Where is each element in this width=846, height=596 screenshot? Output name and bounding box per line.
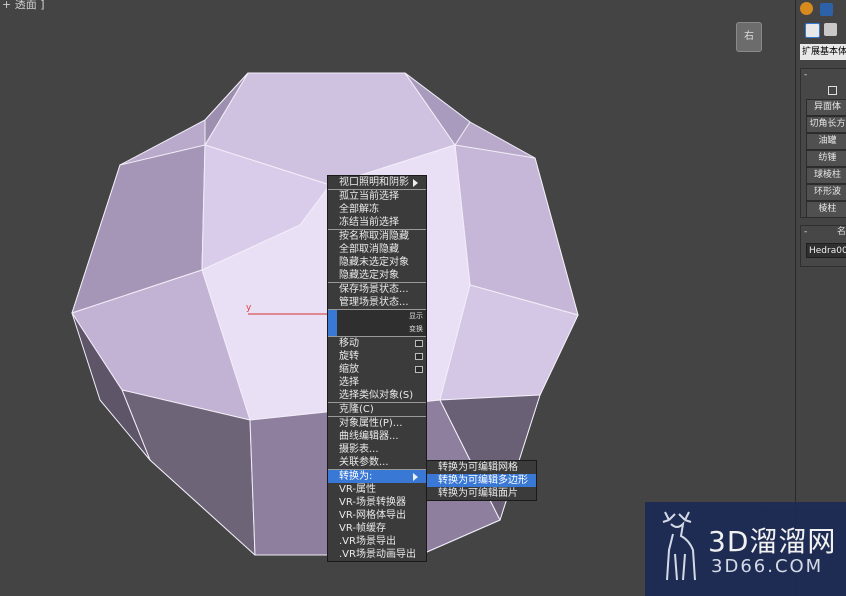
menu-item-label: 克隆(C) <box>339 404 374 415</box>
menu-item-label: 关联参数... <box>339 457 389 468</box>
geometry-tab-icon[interactable] <box>805 23 820 38</box>
menu-item-label: VR-属性 <box>339 484 376 495</box>
object-type-button[interactable]: 异面体 <box>806 99 846 116</box>
menu-item[interactable]: 显示 <box>328 309 426 323</box>
menu-item[interactable]: 保存场景状态... <box>328 282 426 296</box>
menu-item[interactable]: 隐藏未选定对象 <box>328 256 426 269</box>
quad-header-label: 显示 <box>409 312 423 320</box>
menu-item-label: 隐藏选定对象 <box>339 270 399 281</box>
object-type-button[interactable]: 环形波 <box>806 184 846 201</box>
quad-menu: 视口照明和阴影 孤立当前选择 全部解冻冻结当前选择 按名称取消隐藏 全部取消隐藏 隐藏未选… <box>327 175 427 562</box>
menu-item[interactable]: 视口照明和阴影 <box>328 176 426 189</box>
menu-item[interactable]: VR-网格体导出 <box>328 509 426 522</box>
menu-item[interactable]: 隐藏选定对象 <box>328 269 426 282</box>
menu-item[interactable]: 曲线编辑器... <box>328 430 426 443</box>
object-type-button[interactable]: 棱柱 <box>806 201 846 218</box>
quad-menu-items: 视口照明和阴影 孤立当前选择 全部解冻冻结当前选择 按名称取消隐藏 全部取消隐藏 隐藏未选… <box>328 176 426 561</box>
quad-header-label: 变换 <box>409 325 423 333</box>
menu-item-label: 选择 <box>339 377 359 388</box>
menu-item-label: 隐藏未选定对象 <box>339 257 409 268</box>
submenu-item-label: 转换为可编辑网格 <box>438 462 518 473</box>
menu-item[interactable]: 按名称取消隐藏 <box>328 229 426 243</box>
menu-item[interactable]: 对象属性(P)... <box>328 416 426 430</box>
menu-item-label: VR-帧缓存 <box>339 523 386 534</box>
menu-item-label: 管理场景状态... <box>339 297 409 308</box>
axis-label: y <box>246 303 252 313</box>
quad-header-marker <box>328 310 337 323</box>
menu-item-label: 选择类似对象(S) <box>339 390 414 401</box>
menu-item-label: 按名称取消隐藏 <box>339 231 409 242</box>
menu-item[interactable]: 选择 <box>328 376 426 389</box>
submenu-item-label: 转换为可编辑多边形 <box>438 475 528 486</box>
submenu-arrow-icon <box>413 179 418 187</box>
menu-item-label: 孤立当前选择 <box>339 191 399 202</box>
watermark-3d66: 3D溜溜网 3D66.COM <box>645 502 846 596</box>
menu-item[interactable]: 缩放 <box>328 363 426 376</box>
menu-item-label: VR-场景转换器 <box>339 497 406 508</box>
sun-icon[interactable] <box>800 2 813 15</box>
menu-item[interactable]: 全部取消隐藏 <box>328 243 426 256</box>
menu-item-label: 移动 <box>339 338 359 349</box>
menu-item[interactable]: 变换 <box>328 323 426 336</box>
watermark-brand: 3D溜溜网 <box>708 525 837 558</box>
menu-item[interactable]: VR-属性 <box>328 483 426 496</box>
submenu-item[interactable]: 转换为可编辑面片 <box>427 487 536 500</box>
settings-box-icon[interactable] <box>415 340 423 347</box>
menu-item[interactable]: 转换为: <box>328 469 426 483</box>
menu-item-label: 视口照明和阴影 <box>339 177 409 188</box>
menu-item[interactable]: .VR场景导出 <box>328 535 426 548</box>
menu-item[interactable]: 移动 <box>328 336 426 350</box>
object-type-button[interactable]: 纺锤 <box>806 150 846 167</box>
deer-logo-icon <box>662 511 696 581</box>
settings-box-icon[interactable] <box>415 366 423 373</box>
rollout-title: 名 <box>836 227 846 237</box>
menu-item-label: 曲线编辑器... <box>339 431 399 442</box>
convert-submenu: 转换为可编辑网格 转换为可编辑多边形 转换为可编辑面片 <box>426 460 537 501</box>
menu-item[interactable]: 全部解冻 <box>328 203 426 216</box>
menu-item[interactable]: 孤立当前选择 <box>328 189 426 203</box>
menu-item-label: 全部解冻 <box>339 204 379 215</box>
menu-item-label: 全部取消隐藏 <box>339 244 399 255</box>
menu-item[interactable]: 旋转 <box>328 350 426 363</box>
menu-item[interactable]: 关联参数... <box>328 456 426 469</box>
submenu-item-label: 转换为可编辑面片 <box>438 488 518 499</box>
menu-item-label: VR-网格体导出 <box>339 510 406 521</box>
menu-item-label: 缩放 <box>339 364 359 375</box>
submenu-item[interactable]: 转换为可编辑网格 <box>427 461 536 474</box>
menu-item-label: 对象属性(P)... <box>339 418 403 429</box>
menu-item[interactable]: .VR场景动画导出 <box>328 548 426 561</box>
menu-item[interactable]: 选择类似对象(S) <box>328 389 426 402</box>
autogrid-checkbox[interactable] <box>828 86 837 95</box>
menu-item[interactable]: VR-帧缓存 <box>328 522 426 535</box>
object-type-button[interactable]: 切角长方 <box>806 116 846 133</box>
menu-item-label: 旋转 <box>339 351 359 362</box>
app-window: + 透面 ] y 右 视口照明和阴影 孤立当前选择 全部解冻 冻结当前选择 按名… <box>0 0 846 596</box>
object-type-button[interactable]: 油罐 <box>806 133 846 150</box>
menu-item-label: 冻结当前选择 <box>339 217 399 228</box>
menu-item-label: .VR场景动画导出 <box>339 549 416 560</box>
menu-item[interactable]: 管理场景状态... <box>328 296 426 309</box>
menu-item[interactable]: 冻结当前选择 <box>328 216 426 229</box>
submenu-item[interactable]: 转换为可编辑多边形 <box>427 474 536 487</box>
menu-item-label: .VR场景导出 <box>339 536 396 547</box>
convert-submenu-items: 转换为可编辑网格 转换为可编辑多边形 转换为可编辑面片 <box>427 461 536 500</box>
object-name-field[interactable]: Hedra001 <box>806 243 846 258</box>
menu-item-label: 转换为: <box>339 471 373 482</box>
menu-item-label: 保存场景状态... <box>339 284 409 295</box>
shapes-tab-icon[interactable] <box>824 23 837 36</box>
watermark-domain: 3D66.COM <box>711 556 824 577</box>
object-category-dropdown[interactable]: 扩展基本体 <box>800 44 846 60</box>
menu-item[interactable]: 摄影表... <box>328 443 426 456</box>
settings-box-icon[interactable] <box>415 353 423 360</box>
submenu-arrow-icon <box>413 473 418 481</box>
menu-item[interactable]: 克隆(C) <box>328 402 426 416</box>
quad-header-marker <box>328 323 337 336</box>
menu-item[interactable]: VR-场景转换器 <box>328 496 426 509</box>
viewcube[interactable]: 右 <box>736 22 762 52</box>
menu-item-label: 摄影表... <box>339 444 379 455</box>
rollout-collapse-toggle[interactable]: - <box>801 69 846 81</box>
curve-icon[interactable] <box>820 3 833 16</box>
object-type-button[interactable]: 球棱柱 <box>806 167 846 184</box>
